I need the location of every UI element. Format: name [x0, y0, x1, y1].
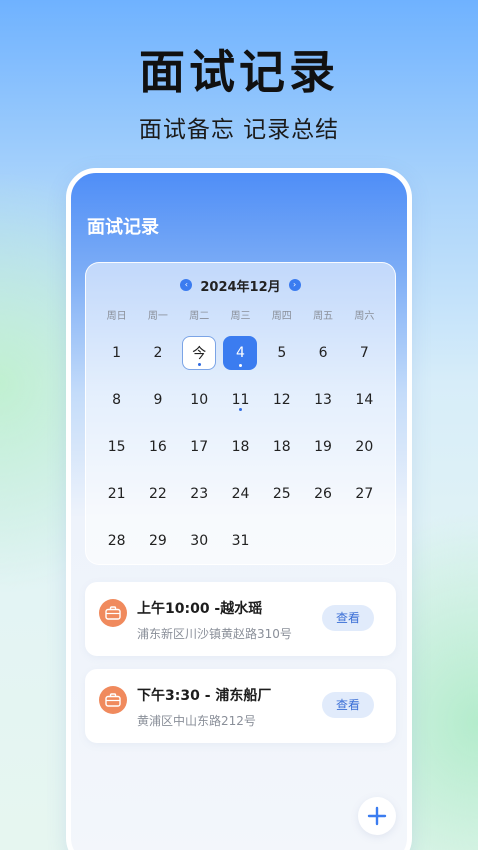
briefcase-icon — [99, 686, 127, 714]
calendar-header: ‹ 2024年12月 › — [86, 273, 395, 297]
record-address: 浦东新区川沙镇黄赵路310号 — [137, 627, 292, 641]
weekday-row: 周日 周一 周二 周三 周四 周五 周六 — [96, 307, 385, 322]
weekday-label: 周四 — [271, 311, 292, 322]
day-cell[interactable]: 13 — [302, 376, 343, 423]
day-cell[interactable]: 7 — [344, 329, 385, 376]
record-title: 下午3:30 - 浦东船厂 — [137, 688, 272, 704]
chevron-right-icon[interactable]: › — [288, 279, 301, 291]
record-card[interactable]: 下午3:30 - 浦东船厂 黄浦区中山东路212号 查看 — [85, 669, 396, 743]
record-card[interactable]: 上午10:00 -越水瑶 浦东新区川沙镇黄赵路310号 查看 — [85, 582, 396, 656]
chevron-left-icon[interactable]: ‹ — [180, 279, 193, 291]
phone-frame: 面试记录 ‹ 2024年12月 › 周日 周一 周二 周三 周四 周五 周六 1… — [66, 168, 412, 850]
day-cell[interactable]: 29 — [137, 517, 178, 564]
day-cell[interactable]: 22 — [137, 470, 178, 517]
weekday-label: 周日 — [106, 311, 127, 322]
day-cell[interactable]: 23 — [179, 470, 220, 517]
day-cell[interactable]: 19 — [302, 423, 343, 470]
add-record-button[interactable] — [358, 797, 396, 835]
record-title: 上午10:00 -越水瑶 — [137, 601, 263, 617]
day-cell[interactable]: 1 — [96, 329, 137, 376]
weekday-label: 周六 — [354, 311, 375, 322]
hero-subtitle: 面试备忘 记录总结 — [138, 117, 340, 143]
day-cell[interactable]: 8 — [96, 376, 137, 423]
day-cell[interactable]: 18 — [261, 423, 302, 470]
day-cell[interactable]: 27 — [344, 470, 385, 517]
day-cell[interactable]: 31 — [220, 517, 261, 564]
day-cell-today[interactable]: 今 — [179, 329, 220, 376]
record-address: 黄浦区中山东路212号 — [137, 714, 256, 728]
view-button[interactable]: 查看 — [322, 692, 374, 718]
event-dot — [238, 363, 242, 367]
event-dot — [238, 407, 242, 411]
day-cell[interactable]: 14 — [344, 376, 385, 423]
event-dot — [197, 362, 201, 366]
plus-icon — [367, 806, 387, 826]
day-cell[interactable]: 15 — [96, 423, 137, 470]
day-cell[interactable]: 9 — [137, 376, 178, 423]
day-cell[interactable]: 6 — [302, 329, 343, 376]
weekday-label: 周二 — [189, 311, 210, 322]
day-cell[interactable]: 10 — [179, 376, 220, 423]
screen-title: 面试记录 — [87, 217, 159, 238]
month-label: 2024年12月 — [200, 279, 281, 295]
day-cell-with-event[interactable]: 11 — [220, 376, 261, 423]
day-cell[interactable]: 17 — [179, 423, 220, 470]
hero-title: 面试记录 — [139, 45, 339, 99]
day-cell[interactable]: 20 — [344, 423, 385, 470]
day-cell[interactable]: 5 — [261, 329, 302, 376]
day-cell[interactable]: 21 — [96, 470, 137, 517]
day-cell[interactable]: 2 — [137, 329, 178, 376]
weekday-label: 周一 — [147, 311, 168, 322]
day-cell[interactable]: 25 — [261, 470, 302, 517]
calendar: ‹ 2024年12月 › 周日 周一 周二 周三 周四 周五 周六 1 2 今 … — [85, 262, 396, 565]
day-cell[interactable]: 12 — [261, 376, 302, 423]
day-cell[interactable]: 26 — [302, 470, 343, 517]
day-cell[interactable]: 28 — [96, 517, 137, 564]
weekday-label: 周五 — [313, 311, 334, 322]
weekday-label: 周三 — [230, 311, 251, 322]
day-grid: 1 2 今 4 5 6 7 8 9 10 11 12 13 14 15 16 1… — [96, 329, 385, 564]
day-cell[interactable]: 16 — [137, 423, 178, 470]
day-cell[interactable]: 30 — [179, 517, 220, 564]
briefcase-icon — [99, 599, 127, 627]
day-cell-selected[interactable]: 4 — [220, 329, 261, 376]
day-cell[interactable]: 24 — [220, 470, 261, 517]
view-button[interactable]: 查看 — [322, 605, 374, 631]
day-cell[interactable]: 18 — [220, 423, 261, 470]
